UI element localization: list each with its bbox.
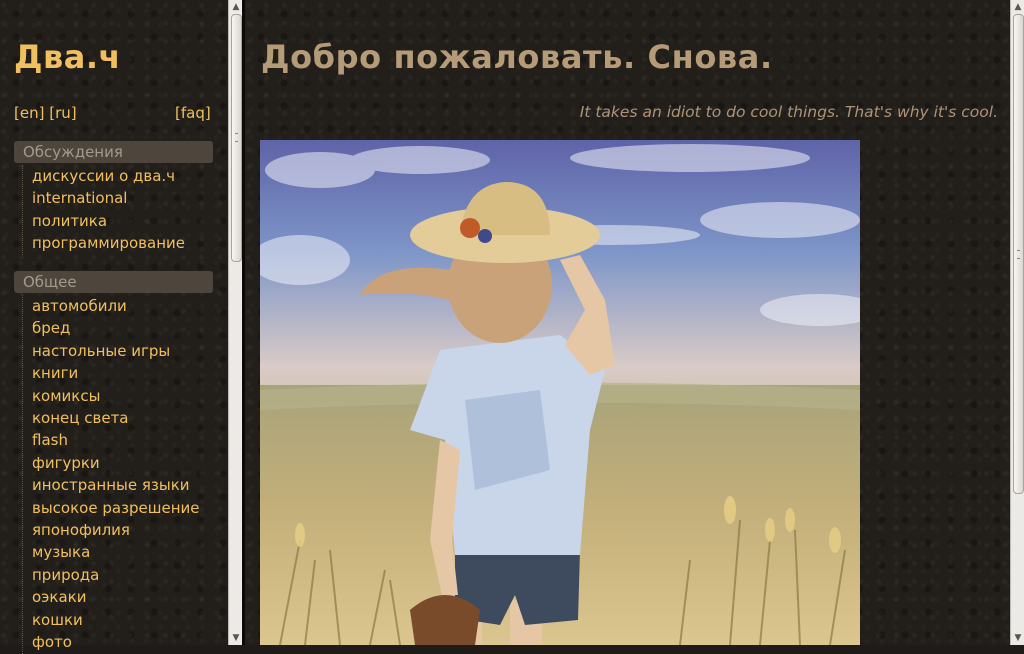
board-link[interactable]: бред: [32, 317, 213, 339]
board-link[interactable]: музыка: [32, 541, 213, 563]
sidebar: Два.ч [en] [ru] [faq] Обсуждения дискусс…: [0, 0, 228, 654]
lang-en-link[interactable]: [en]: [14, 104, 44, 122]
board-list-general: автомобили бред настольные игры книги ко…: [22, 295, 213, 654]
scroll-down-arrow-icon[interactable]: ▼: [1011, 631, 1024, 645]
grip-icon: [1017, 250, 1020, 259]
board-link[interactable]: комиксы: [32, 385, 213, 407]
board-link[interactable]: фото: [32, 631, 213, 653]
board-link[interactable]: высокое разрешение: [32, 497, 213, 519]
board-link[interactable]: настольные игры: [32, 340, 213, 362]
board-link[interactable]: конец света: [32, 407, 213, 429]
board-link[interactable]: книги: [32, 362, 213, 384]
board-link[interactable]: оэкаки: [32, 586, 213, 608]
board-link[interactable]: природа: [32, 564, 213, 586]
main-scrollbar[interactable]: ▲ ▼: [1010, 0, 1024, 645]
section-discussions: Обсуждения дискуссии о два.ч internation…: [14, 141, 213, 255]
board-link[interactable]: политика: [32, 210, 213, 232]
board-link[interactable]: flash: [32, 429, 213, 451]
faq-link[interactable]: [faq]: [175, 104, 211, 122]
scroll-up-arrow-icon[interactable]: ▲: [229, 0, 243, 14]
board-link[interactable]: программирование: [32, 232, 213, 254]
board-link[interactable]: фигурки: [32, 452, 213, 474]
main-scroll-thumb[interactable]: [1013, 14, 1024, 494]
grip-icon: [235, 133, 238, 142]
lang-ru-link[interactable]: [ru]: [49, 104, 76, 122]
page-title: Добро пожаловать. Снова.: [261, 38, 773, 76]
board-link[interactable]: японофилия: [32, 519, 213, 541]
language-links: [en] [ru]: [14, 104, 77, 122]
board-link[interactable]: international: [32, 187, 213, 209]
tagline: It takes an idiot to do cool things. Tha…: [579, 103, 998, 121]
site-title[interactable]: Два.ч: [14, 38, 121, 76]
board-list-discussions: дискуссии о два.ч international политика…: [22, 165, 213, 255]
board-link[interactable]: иностранные языки: [32, 474, 213, 496]
sidebar-scrollbar[interactable]: ▲ ▼: [228, 0, 243, 645]
welcome-illustration: [260, 140, 860, 645]
scroll-down-arrow-icon[interactable]: ▼: [229, 631, 243, 645]
section-header-discussions[interactable]: Обсуждения: [14, 141, 213, 163]
board-link[interactable]: кошки: [32, 609, 213, 631]
section-header-general[interactable]: Общее: [14, 271, 213, 293]
section-general: Общее автомобили бред настольные игры кн…: [14, 271, 213, 654]
main-content: Добро пожаловать. Снова. It takes an idi…: [245, 0, 1010, 645]
board-link[interactable]: дискуссии о два.ч: [32, 165, 213, 187]
board-link[interactable]: автомобили: [32, 295, 213, 317]
sidebar-scroll-thumb[interactable]: [231, 14, 242, 262]
scroll-up-arrow-icon[interactable]: ▲: [1011, 0, 1024, 14]
